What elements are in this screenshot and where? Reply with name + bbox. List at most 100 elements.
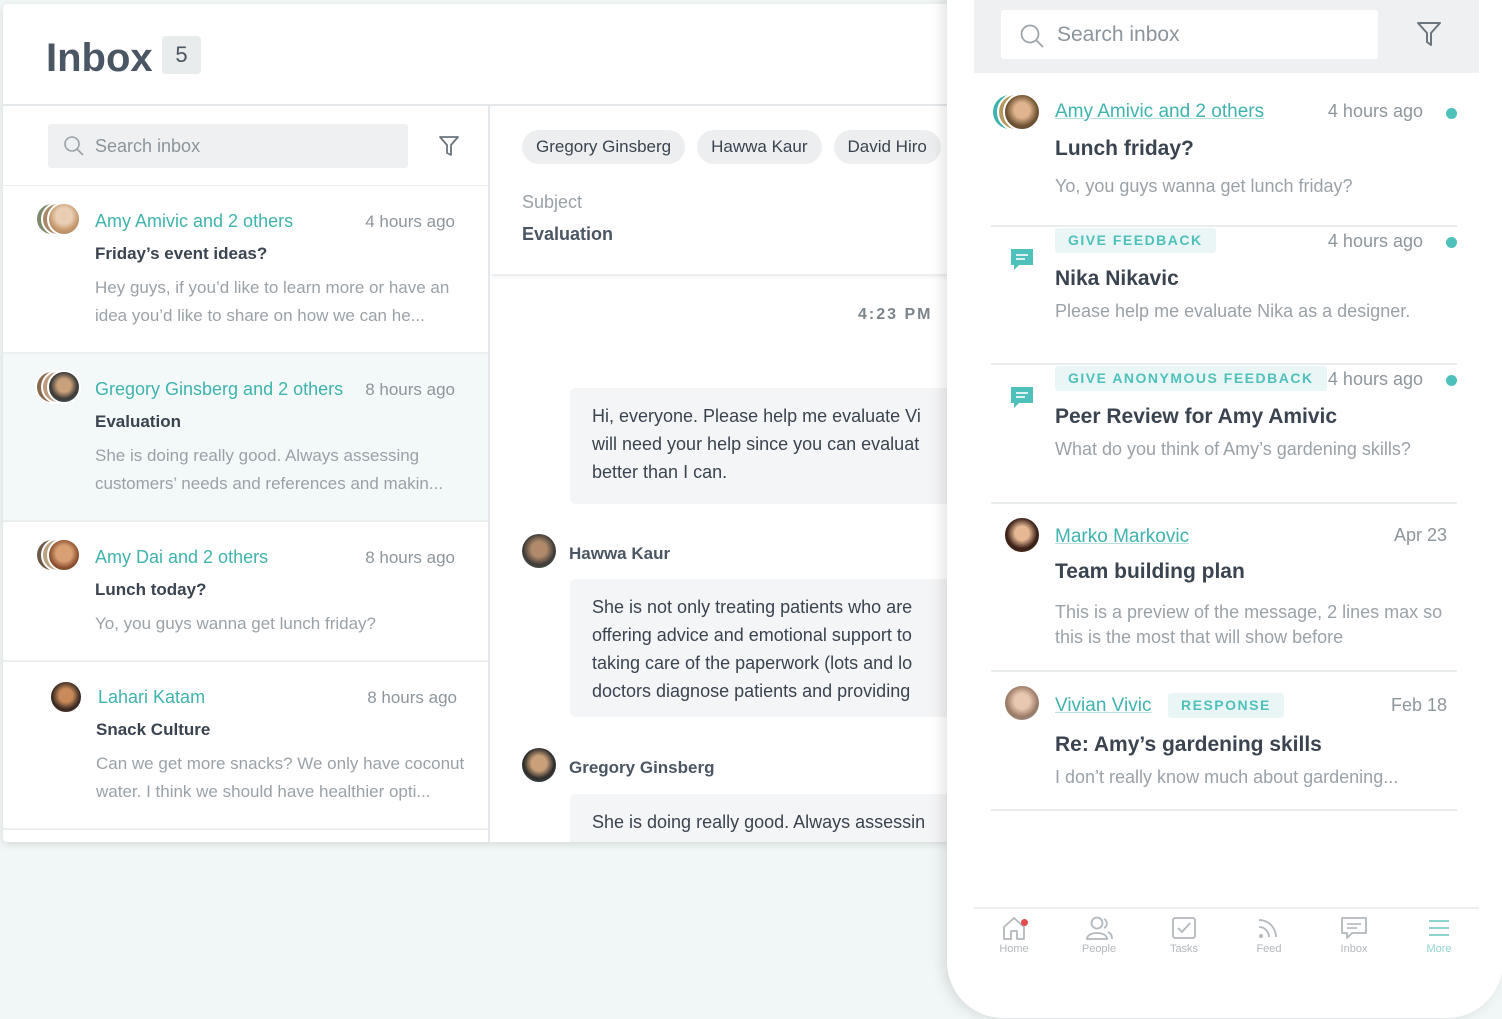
conversation-participants[interactable]: Amy Dai and 2 others xyxy=(95,547,268,568)
mobile-inbox-item[interactable]: GIVE FEEDBACK 4 hours ago Nika Nikavic P… xyxy=(991,227,1457,365)
list-search-bar xyxy=(3,106,488,186)
mobile-inbox: Amy Amivic and 2 others 4 hours ago Lunc… xyxy=(947,0,1502,1018)
item-preview: I don’t really know much about gardening… xyxy=(1055,767,1399,787)
avatar xyxy=(47,538,81,572)
conversation-item[interactable]: Amy Dai and 2 others 8 hours ago Lunch t… xyxy=(3,522,488,662)
avatar xyxy=(522,534,556,568)
avatar-group xyxy=(35,370,87,408)
message-text: She is doing really good. Always assessi… xyxy=(592,812,926,832)
item-time: 4 hours ago xyxy=(1327,231,1423,251)
tab-label: Home xyxy=(999,943,1029,955)
conversation-time: 8 hours ago xyxy=(367,688,457,707)
avatar xyxy=(522,748,556,782)
tab-inbox[interactable]: Inbox xyxy=(1319,915,1389,955)
conversation-time: 8 hours ago xyxy=(365,548,455,567)
avatar xyxy=(1003,516,1041,554)
bottom-tab-bar: Home People Tasks Feed Inbox More xyxy=(974,907,1479,975)
conversation-participants[interactable]: Lahari Katam xyxy=(98,687,205,708)
participant-chip[interactable]: David Hiro xyxy=(833,130,941,164)
inbox-count-badge: 5 xyxy=(162,36,201,74)
tab-feed[interactable]: Feed xyxy=(1234,915,1304,955)
people-icon xyxy=(1086,916,1113,940)
conversation-time: 4 hours ago xyxy=(365,212,455,231)
item-tag: GIVE ANONYMOUS FEEDBACK xyxy=(1055,366,1327,391)
conversation-participants[interactable]: Gregory Ginsberg and 2 others xyxy=(95,379,343,400)
search-icon xyxy=(1020,24,1044,48)
feed-icon xyxy=(1258,919,1277,938)
search-input[interactable] xyxy=(1057,10,1367,59)
conversation-subject: Friday’s event ideas? xyxy=(95,244,268,263)
detail-header: Gregory Ginsberg Hawwa Kaur David Hiro Sub… xyxy=(492,106,963,276)
mobile-search-bar xyxy=(974,0,1479,73)
conversation-time: 8 hours ago xyxy=(365,380,455,399)
subject-label: Subject xyxy=(522,192,583,212)
item-time: Apr 23 xyxy=(1393,525,1447,545)
mobile-inbox-item[interactable]: Amy Amivic and 2 others 4 hours ago Lunc… xyxy=(991,93,1457,227)
tab-label: More xyxy=(1426,943,1452,955)
notification-dot xyxy=(1021,919,1028,926)
conversation-subject: Lunch today? xyxy=(95,580,207,599)
tab-label: People xyxy=(1081,943,1117,955)
item-subject: Lunch friday? xyxy=(1055,137,1194,160)
message-sender: Hawwa Kaur xyxy=(569,544,671,563)
item-preview: Yo, you guys wanna get lunch friday? xyxy=(1055,176,1353,196)
chat-bubble-icon xyxy=(1011,249,1033,270)
item-participants[interactable]: Amy Amivic and 2 others xyxy=(1055,101,1264,123)
item-subject: Nika Nikavic xyxy=(1055,267,1179,290)
item-subject: Peer Review for Amy Amivic xyxy=(1055,405,1338,428)
message-text: She is not only treating patients who ar… xyxy=(592,597,913,701)
tab-more[interactable]: More xyxy=(1404,915,1474,955)
conversation-participants[interactable]: Amy Amivic and 2 others xyxy=(95,211,293,232)
conversation-subject: Snack Culture xyxy=(96,720,211,739)
avatar xyxy=(47,370,81,404)
search-box xyxy=(48,124,408,168)
item-preview: This is a preview of the message, 2 line… xyxy=(1055,602,1443,647)
tab-label: Inbox xyxy=(1340,943,1368,955)
conversation-preview: She is doing really good. Always assessi… xyxy=(95,446,444,493)
conversation-list: Amy Amivic and 2 others 4 hours ago Frid… xyxy=(3,106,490,842)
tab-label: Tasks xyxy=(1169,943,1199,955)
tab-people[interactable]: People xyxy=(1064,915,1134,955)
avatar xyxy=(47,202,81,236)
item-tag: RESPONSE xyxy=(1168,693,1284,718)
avatar xyxy=(1003,684,1041,722)
item-participants[interactable]: Vivian Vivic xyxy=(1055,695,1151,717)
item-time: Feb 18 xyxy=(1390,695,1447,715)
participant-chip[interactable]: Hawwa Kaur xyxy=(697,130,822,164)
conversation-item-selected[interactable]: Gregory Ginsberg and 2 others 8 hours ag… xyxy=(3,354,488,522)
participant-chips: Gregory Ginsberg Hawwa Kaur David Hiro xyxy=(522,130,953,164)
item-time: 4 hours ago xyxy=(1327,101,1423,121)
item-preview: What do you think of Amy’s gardening ski… xyxy=(1055,439,1411,459)
search-input[interactable] xyxy=(95,124,395,168)
conversation-item[interactable]: Amy Amivic and 2 others 4 hours ago Frid… xyxy=(3,186,488,354)
item-time: 4 hours ago xyxy=(1327,369,1423,389)
filter-icon[interactable] xyxy=(1416,20,1442,48)
message-bubble: She is doing really good. Always assessi… xyxy=(570,794,963,842)
menu-icon xyxy=(1429,920,1449,936)
participant-chip[interactable]: Gregory Ginsberg xyxy=(522,130,686,164)
mobile-inbox-item[interactable]: Vivian Vivic RESPONSE Feb 18 Re: Amy’s g… xyxy=(991,672,1457,811)
mobile-inbox-item[interactable]: Marko Markovic Apr 23 Team building plan… xyxy=(991,504,1457,672)
conversation-subject: Evaluation xyxy=(95,412,181,431)
tab-tasks[interactable]: Tasks xyxy=(1149,915,1219,955)
conversation-item[interactable]: Lahari Katam 8 hours ago Snack Culture C… xyxy=(3,662,488,830)
mobile-inbox-item[interactable]: GIVE ANONYMOUS FEEDBACK 4 hours ago Peer… xyxy=(991,365,1457,504)
message-text: Hi, everyone. Please help me evaluate Vi… xyxy=(592,406,921,482)
message-timestamp: 4:23 PM xyxy=(858,306,933,323)
desktop-inbox-window: Inbox 5 Amy Amivic and 2 others 4 xyxy=(3,4,963,842)
item-subject: Re: Amy’s gardening skills xyxy=(1055,733,1322,756)
page-title: Inbox xyxy=(46,36,153,80)
search-box xyxy=(1001,10,1378,59)
unread-dot xyxy=(1446,375,1457,386)
item-preview: Please help me evaluate Nika as a design… xyxy=(1055,301,1411,321)
inbox-icon xyxy=(1341,917,1367,939)
conversation-preview: Can we get more snacks? We only have coc… xyxy=(96,754,465,801)
filter-icon[interactable] xyxy=(438,134,460,158)
conversation-preview: Hey guys, if you’d like to learn more or… xyxy=(95,278,450,325)
subject-value: Evaluation xyxy=(522,224,614,244)
tab-home[interactable]: Home xyxy=(979,915,1049,955)
conversation-preview: Yo, you guys wanna get lunch friday? xyxy=(95,614,377,633)
item-participants[interactable]: Marko Markovic xyxy=(1055,526,1189,548)
search-icon xyxy=(64,136,84,156)
chat-bubble-icon xyxy=(1011,387,1033,408)
